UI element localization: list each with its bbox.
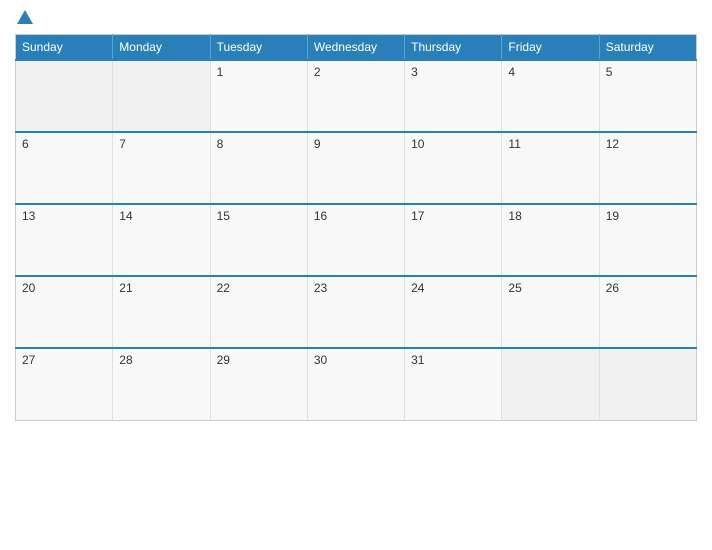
day-number: 26	[606, 281, 619, 295]
weekday-header-wednesday: Wednesday	[307, 35, 404, 61]
calendar-cell: 26	[599, 276, 696, 348]
calendar-cell: 7	[113, 132, 210, 204]
day-number: 19	[606, 209, 619, 223]
calendar-cell: 8	[210, 132, 307, 204]
weekday-header-friday: Friday	[502, 35, 599, 61]
calendar-cell: 27	[16, 348, 113, 420]
week-row-4: 20 21 22 23 24 25 26	[16, 276, 697, 348]
day-number: 29	[217, 353, 230, 367]
calendar-cell: 19	[599, 204, 696, 276]
calendar-cell	[502, 348, 599, 420]
day-number: 4	[508, 65, 515, 79]
day-number: 30	[314, 353, 327, 367]
calendar-cell: 5	[599, 60, 696, 132]
week-row-2: 6 7 8 9 10 11 12	[16, 132, 697, 204]
header	[15, 10, 697, 26]
day-number: 14	[119, 209, 132, 223]
weekday-header-sunday: Sunday	[16, 35, 113, 61]
calendar-cell: 24	[405, 276, 502, 348]
calendar-cell: 31	[405, 348, 502, 420]
calendar-cell: 3	[405, 60, 502, 132]
calendar-cell: 11	[502, 132, 599, 204]
day-number: 20	[22, 281, 35, 295]
weekday-header-thursday: Thursday	[405, 35, 502, 61]
day-number: 2	[314, 65, 321, 79]
day-number: 7	[119, 137, 126, 151]
day-number: 18	[508, 209, 521, 223]
day-number: 8	[217, 137, 224, 151]
calendar-cell: 25	[502, 276, 599, 348]
calendar-cell: 12	[599, 132, 696, 204]
calendar-cell	[599, 348, 696, 420]
weekday-header-tuesday: Tuesday	[210, 35, 307, 61]
calendar-cell: 6	[16, 132, 113, 204]
calendar-table: SundayMondayTuesdayWednesdayThursdayFrid…	[15, 34, 697, 421]
weekday-header-saturday: Saturday	[599, 35, 696, 61]
calendar-cell: 29	[210, 348, 307, 420]
day-number: 23	[314, 281, 327, 295]
week-row-3: 13 14 15 16 17 18 19	[16, 204, 697, 276]
calendar-cell: 20	[16, 276, 113, 348]
day-number: 17	[411, 209, 424, 223]
day-number: 12	[606, 137, 619, 151]
weekday-header-row: SundayMondayTuesdayWednesdayThursdayFrid…	[16, 35, 697, 61]
calendar-cell: 10	[405, 132, 502, 204]
calendar-cell: 13	[16, 204, 113, 276]
day-number: 13	[22, 209, 35, 223]
day-number: 5	[606, 65, 613, 79]
day-number: 28	[119, 353, 132, 367]
weekday-header-monday: Monday	[113, 35, 210, 61]
day-number: 25	[508, 281, 521, 295]
calendar-page: SundayMondayTuesdayWednesdayThursdayFrid…	[0, 0, 712, 550]
calendar-cell: 17	[405, 204, 502, 276]
day-number: 11	[508, 137, 520, 151]
day-number: 16	[314, 209, 327, 223]
calendar-cell	[113, 60, 210, 132]
calendar-cell: 18	[502, 204, 599, 276]
week-row-5: 27 28 29 30 31	[16, 348, 697, 420]
calendar-cell: 30	[307, 348, 404, 420]
day-number: 1	[217, 65, 224, 79]
calendar-cell: 14	[113, 204, 210, 276]
calendar-cell	[16, 60, 113, 132]
day-number: 9	[314, 137, 321, 151]
calendar-cell: 1	[210, 60, 307, 132]
calendar-cell: 21	[113, 276, 210, 348]
day-number: 24	[411, 281, 424, 295]
calendar-cell: 16	[307, 204, 404, 276]
calendar-cell: 28	[113, 348, 210, 420]
calendar-cell: 9	[307, 132, 404, 204]
day-number: 6	[22, 137, 29, 151]
logo	[15, 10, 33, 26]
calendar-cell: 15	[210, 204, 307, 276]
calendar-cell: 22	[210, 276, 307, 348]
calendar-cell: 4	[502, 60, 599, 132]
calendar-cell: 23	[307, 276, 404, 348]
day-number: 10	[411, 137, 424, 151]
day-number: 21	[119, 281, 132, 295]
day-number: 15	[217, 209, 230, 223]
day-number: 22	[217, 281, 230, 295]
calendar-cell: 2	[307, 60, 404, 132]
day-number: 31	[411, 353, 424, 367]
day-number: 3	[411, 65, 418, 79]
logo-triangle-icon	[17, 10, 33, 24]
week-row-1: 1 2 3 4 5	[16, 60, 697, 132]
day-number: 27	[22, 353, 35, 367]
